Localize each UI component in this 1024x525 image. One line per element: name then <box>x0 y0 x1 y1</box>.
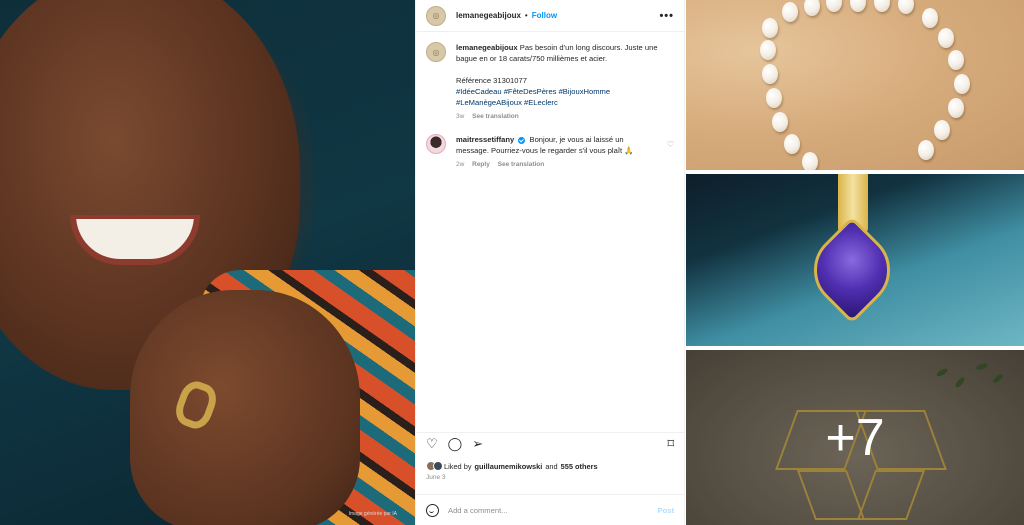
main-photo[interactable]: Image générée par IA <box>0 0 415 525</box>
comment-item: maitressetiffany Bonjour, je vous ai lai… <box>416 122 684 170</box>
add-comment-bar: Add a comment... Post <box>416 494 684 525</box>
comment-meta: 2w Reply See translation <box>456 159 656 170</box>
liker-avatars <box>426 461 443 471</box>
caption-hashtags[interactable]: #IdéeCadeau #FêteDesPères #BijouxHomme #… <box>456 86 661 108</box>
likes-and: and <box>545 461 558 471</box>
more-photos-overlay[interactable]: +7 <box>686 350 1024 525</box>
hand-image <box>130 290 360 525</box>
caption-reference: Référence 31301077 <box>456 76 527 85</box>
comment-icon[interactable]: ◯ <box>448 437 463 450</box>
comment-body: maitressetiffany Bonjour, je vous ai lai… <box>456 134 656 170</box>
instagram-post-panel: ◎ lemanegeabijoux • Follow ••• ◎ lemaneg… <box>415 0 685 525</box>
amethyst-stone <box>798 216 906 324</box>
post-date: June 3 <box>426 474 446 481</box>
header-username[interactable]: lemanegeabijoux <box>456 11 521 20</box>
heart-icon[interactable]: ♡ <box>426 437 438 450</box>
bookmark-icon[interactable]: ⌑ <box>667 437 674 450</box>
caption: ◎ lemanegeabijoux Pas besoin d'un long d… <box>416 32 684 122</box>
caption-meta: 3w See translation <box>456 111 661 122</box>
comment-input[interactable]: Add a comment... <box>448 506 508 515</box>
comment-time: 2w <box>456 161 465 168</box>
likes-user[interactable]: guillaumemikowski <box>475 462 543 471</box>
comment-username[interactable]: maitressetiffany <box>456 135 514 144</box>
butterfly-jewel-photo[interactable]: +7 <box>686 350 1024 525</box>
image-credit: Image générée par IA <box>348 511 397 517</box>
profile-avatar[interactable]: ◎ <box>426 5 446 26</box>
reply-button[interactable]: Reply <box>472 161 490 168</box>
caption-username[interactable]: lemanegeabijoux <box>456 43 518 52</box>
more-icon[interactable]: ••• <box>659 10 674 22</box>
caption-time: 3w <box>456 113 465 120</box>
pearl-bracelet-photo[interactable] <box>686 0 1024 170</box>
follow-button[interactable]: Follow <box>532 11 557 20</box>
likes-summary: Liked by guillaumemikowski and 555 other… <box>426 461 601 471</box>
separator-dot: • <box>524 11 528 20</box>
emoji-icon[interactable] <box>426 503 439 517</box>
post-header: ◎ lemanegeabijoux • Follow ••• <box>416 0 684 32</box>
likes-count[interactable]: 555 others <box>561 462 598 471</box>
caption-see-translation[interactable]: See translation <box>472 113 519 120</box>
likes-prefix: Liked by <box>444 461 472 471</box>
action-bar: ♡ ◯ ➢ ⌑ <box>416 432 684 454</box>
post-comment-button[interactable]: Post <box>658 506 674 515</box>
share-icon[interactable]: ➢ <box>472 437 483 450</box>
commenter-avatar[interactable] <box>426 134 446 154</box>
amethyst-pendant-photo[interactable] <box>686 174 1024 346</box>
comment-see-translation[interactable]: See translation <box>498 161 545 168</box>
caption-body: lemanegeabijoux Pas besoin d'un long dis… <box>456 42 661 122</box>
verified-icon <box>518 136 526 144</box>
comment-like-heart-icon[interactable]: ♡ <box>667 140 674 149</box>
caption-avatar[interactable]: ◎ <box>426 42 446 62</box>
